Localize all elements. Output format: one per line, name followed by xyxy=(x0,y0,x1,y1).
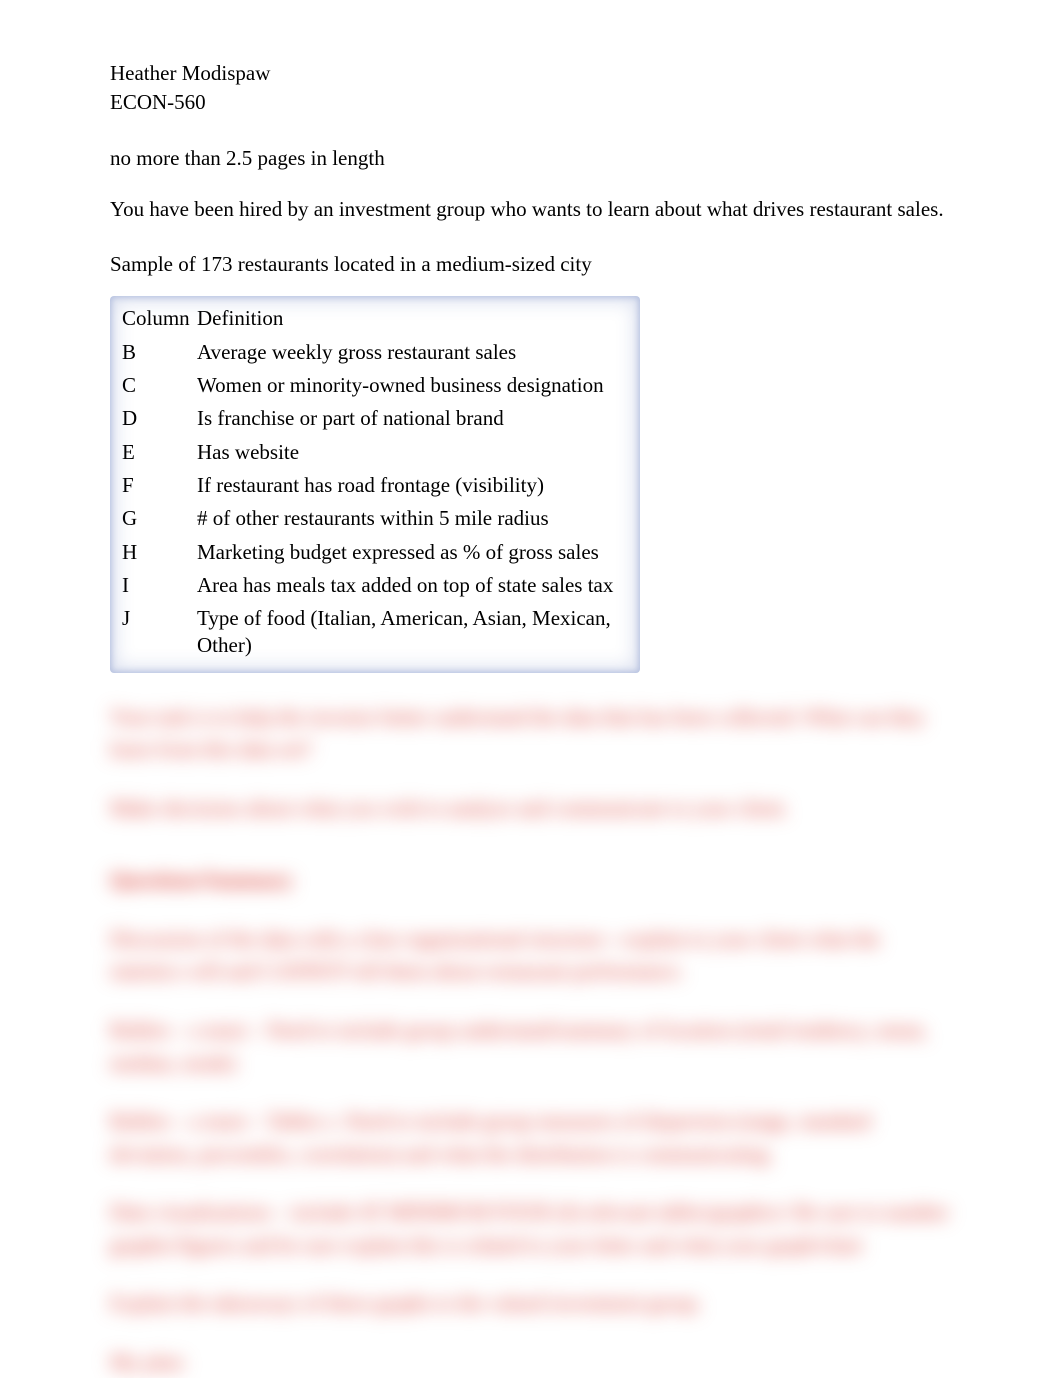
blurred-line: Explain the takeaways of these graphs to… xyxy=(110,1287,952,1320)
blurred-line: Discussion of the data with a clear orga… xyxy=(110,923,952,988)
length-note: no more than 2.5 pages in length xyxy=(110,145,952,172)
table-row: C Women or minority-owned business desig… xyxy=(122,369,630,402)
cell-col: D xyxy=(122,402,197,435)
course-code: ECON-560 xyxy=(110,89,952,116)
cell-def: Is franchise or part of national brand xyxy=(197,402,630,435)
cell-col: H xyxy=(122,536,197,569)
cell-def: Average weekly gross restaurant sales xyxy=(197,336,630,369)
cell-def: Women or minority-owned business designa… xyxy=(197,369,630,402)
cell-col: B xyxy=(122,336,197,369)
cell-def: Type of food (Italian, American, Asian, … xyxy=(197,602,630,663)
cell-col: J xyxy=(122,602,197,663)
cell-col: I xyxy=(122,569,197,602)
blurred-line: Data visualizations – include AT MINIMUM… xyxy=(110,1196,952,1261)
table-row: F If restaurant has road frontage (visib… xyxy=(122,469,630,502)
intro-paragraph: You have been hired by an investment gro… xyxy=(110,196,952,223)
table-header-row: Column Definition xyxy=(122,302,630,335)
cell-def: Has website xyxy=(197,436,630,469)
table-row: B Average weekly gross restaurant sales xyxy=(122,336,630,369)
cell-col: C xyxy=(122,369,197,402)
blurred-content: Your task is to help the investor better… xyxy=(110,701,952,1378)
blurred-line: Bullets – a must – Need to include group… xyxy=(110,1014,952,1079)
table-row: I Area has meals tax added on top of sta… xyxy=(122,569,630,602)
blurred-line: Your task is to help the investor better… xyxy=(110,701,952,766)
table-row: D Is franchise or part of national brand xyxy=(122,402,630,435)
cell-def: # of other restaurants within 5 mile rad… xyxy=(197,502,630,535)
definition-table: Column Definition B Average weekly gross… xyxy=(122,302,630,662)
cell-def: Marketing budget expressed as % of gross… xyxy=(197,536,630,569)
definition-table-wrap: Column Definition B Average weekly gross… xyxy=(110,296,640,672)
author-name: Heather Modispaw xyxy=(110,60,952,87)
sample-line: Sample of 173 restaurants located in a m… xyxy=(110,251,952,278)
table-row: H Marketing budget expressed as % of gro… xyxy=(122,536,630,569)
blurred-line: My plan: xyxy=(110,1346,952,1378)
blurred-heading: Questions/Summary xyxy=(110,864,952,897)
cell-col: G xyxy=(122,502,197,535)
cell-col: F xyxy=(122,469,197,502)
cell-col: E xyxy=(122,436,197,469)
header-definition: Definition xyxy=(197,302,630,335)
table-row: J Type of food (Italian, American, Asian… xyxy=(122,602,630,663)
blurred-line: Make decisions about what you wish to an… xyxy=(110,792,952,825)
cell-def: If restaurant has road frontage (visibil… xyxy=(197,469,630,502)
table-row: G # of other restaurants within 5 mile r… xyxy=(122,502,630,535)
cell-def: Area has meals tax added on top of state… xyxy=(197,569,630,602)
header-column: Column xyxy=(122,302,197,335)
blurred-line: Bullets – a must – Tables s. Need to inc… xyxy=(110,1105,952,1170)
table-row: E Has website xyxy=(122,436,630,469)
